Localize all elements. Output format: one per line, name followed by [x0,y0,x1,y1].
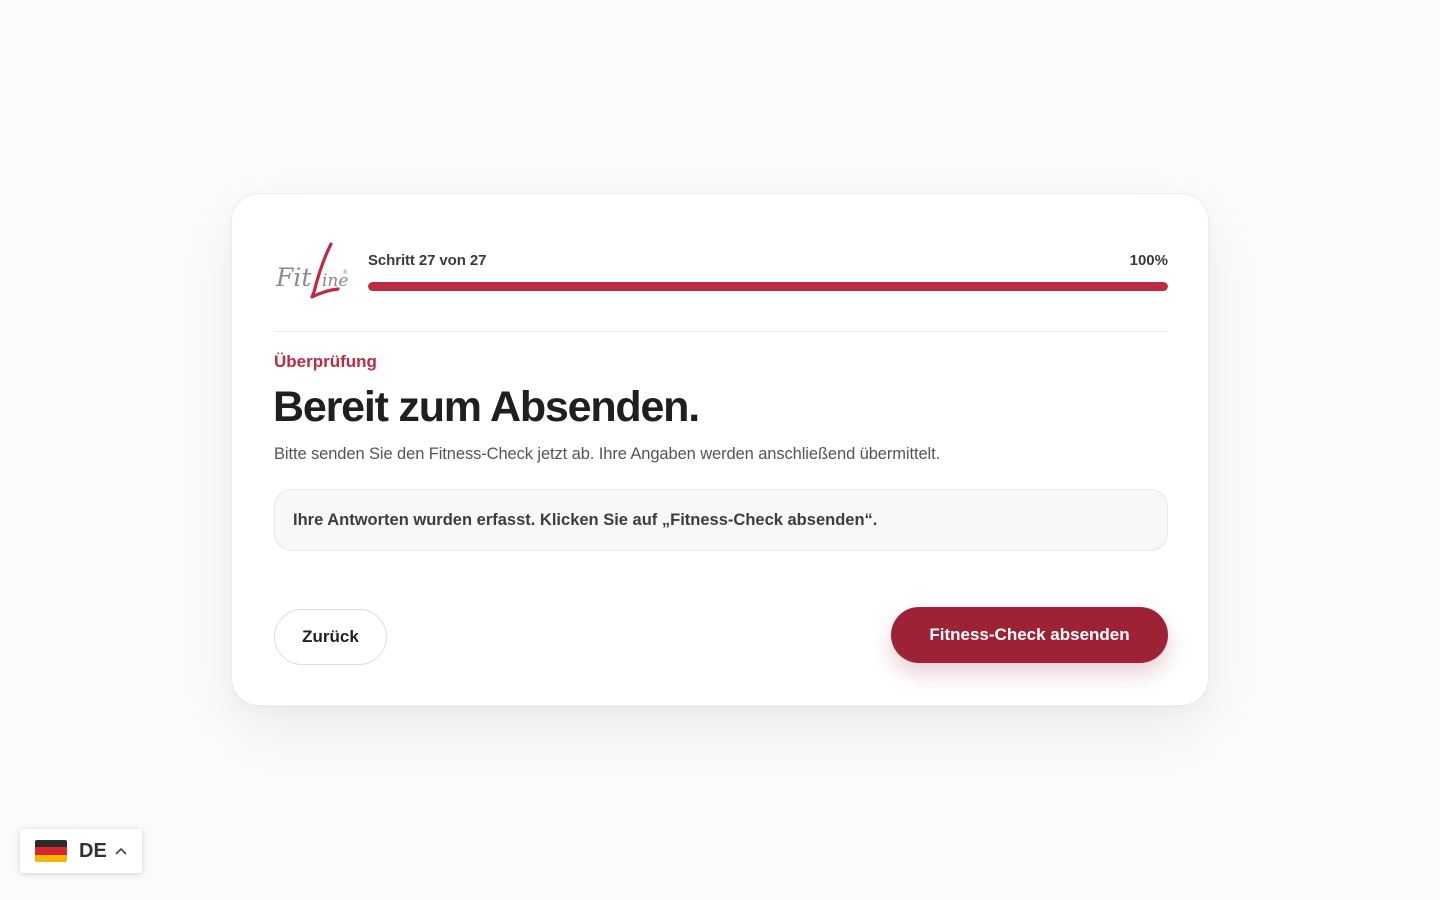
back-button[interactable]: Zurück [274,609,387,665]
page-title: Bereit zum Absenden. [273,383,700,431]
fitline-logo: Fit ine ® [275,242,348,299]
page-subtitle: Bitte senden Sie den Fitness-Check jetzt… [274,445,941,463]
section-label: Überprüfung [274,352,377,371]
info-message-text: Ihre Antworten wurden erfasst. Klicken S… [293,510,878,529]
progress-percent: 100% [1129,252,1168,269]
svg-text:Fit: Fit [275,263,312,292]
germany-flag-icon [35,840,67,862]
svg-text:®: ® [342,269,348,276]
language-switcher[interactable]: DE [20,829,142,873]
info-message-box: Ihre Antworten wurden erfasst. Klicken S… [274,489,1168,551]
step-counter: Schritt 27 von 27 [368,252,487,269]
progress-bar-fill [368,282,1168,291]
language-code: DE [79,839,107,862]
progress-bar [368,282,1168,291]
fitness-check-card: Fit ine ® Schritt 27 von 27 100% Überprü… [231,193,1209,706]
page: Fit ine ® Schritt 27 von 27 100% Überprü… [0,0,1440,900]
submit-fitness-check-button[interactable]: Fitness-Check absenden [891,607,1168,663]
progress-section: Schritt 27 von 27 100% [368,252,1168,292]
chevron-up-icon [115,848,127,855]
header-divider [274,331,1168,332]
card-header: Fit ine ® Schritt 27 von 27 100% [274,242,1168,299]
